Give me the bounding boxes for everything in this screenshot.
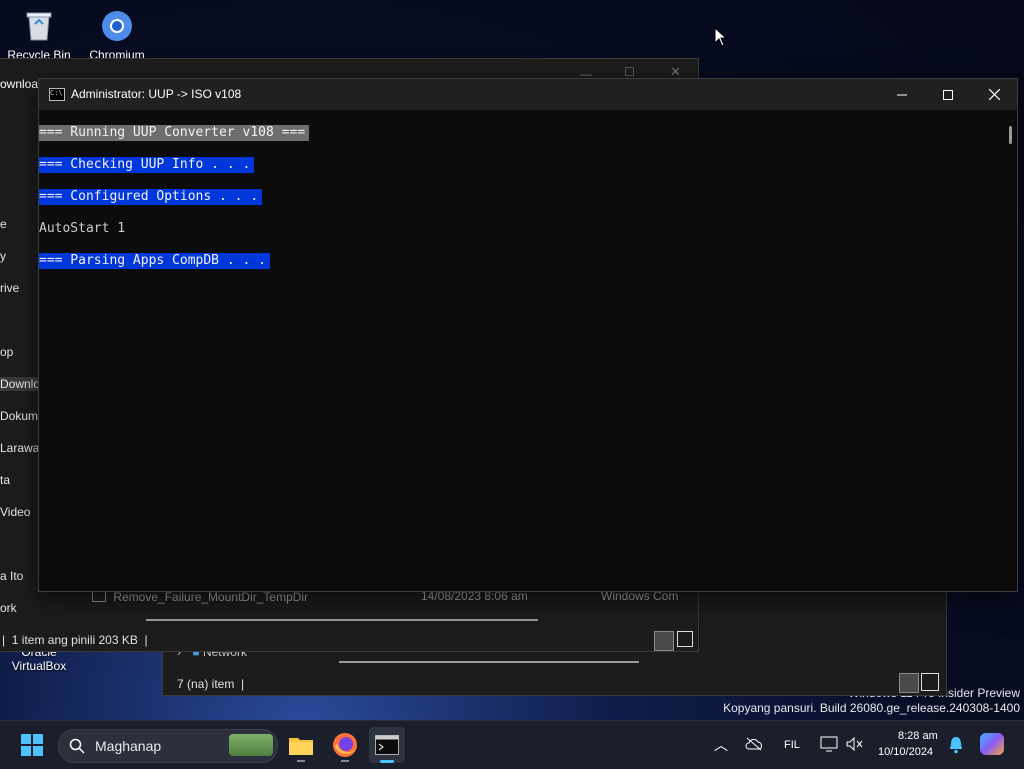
copilot-icon[interactable] [980, 733, 1004, 755]
console-output[interactable]: === Running UUP Converter v108 === === C… [39, 110, 1005, 590]
taskbar: Maghanap ︿ FIL 8:28 am 10/10/2024 [0, 720, 1024, 769]
details-view-button[interactable] [899, 673, 919, 693]
nav-item[interactable]: rive [0, 281, 19, 295]
nav-item[interactable]: ork [0, 601, 17, 615]
tiles-view-button[interactable] [677, 631, 693, 647]
language-indicator[interactable]: FIL [784, 739, 800, 751]
maximize-icon[interactable]: ☐ [624, 65, 635, 79]
mouse-cursor-icon [714, 27, 728, 47]
console-line: AutoStart 1 [39, 221, 126, 236]
start-button[interactable] [14, 727, 50, 763]
console-line: === Running UUP Converter v108 === [39, 125, 310, 141]
chromium-icon [99, 8, 135, 44]
volume-muted-icon[interactable] [846, 737, 864, 751]
nav-item[interactable]: y [0, 249, 6, 263]
console-line: === Configured Options . . . [39, 189, 263, 205]
console-title: Administrator: UUP -> ISO v108 [71, 87, 242, 101]
taskbar-terminal[interactable] [369, 727, 405, 763]
active-indicator [380, 760, 394, 763]
running-indicator [297, 760, 305, 762]
file-explorer-icon [289, 738, 313, 755]
nav-item[interactable]: op [0, 345, 13, 359]
console-line: === Checking UUP Info . . . [39, 157, 255, 173]
search-highlight-image [229, 734, 273, 756]
horizontal-scrollbar[interactable] [146, 619, 538, 621]
tiles-view-button[interactable] [921, 673, 939, 691]
nav-item[interactable]: e [0, 217, 7, 231]
nav-item-downloads[interactable]: Downlo [0, 377, 38, 391]
horizontal-scrollbar[interactable] [339, 661, 639, 663]
running-indicator [341, 760, 349, 762]
status-bar-text: | 1 item ang pinili 203 KB | [2, 633, 148, 647]
command-prompt-icon: C:\ [49, 88, 65, 101]
details-view-button[interactable] [654, 631, 674, 651]
desktop-icon-chromium[interactable]: Chromium [79, 2, 155, 62]
maximize-button[interactable] [925, 79, 971, 110]
console-line: === Parsing Apps CompDB . . . [39, 253, 270, 269]
search-placeholder: Maghanap [95, 738, 162, 754]
notification-bell-icon[interactable] [948, 736, 964, 754]
nav-item[interactable]: Larawa [0, 441, 39, 455]
maximize-icon [943, 89, 953, 100]
search-icon [69, 738, 85, 754]
minimize-button[interactable] [879, 79, 925, 110]
console-window[interactable]: C:\ Administrator: UUP -> ISO v108 === R… [38, 78, 1018, 592]
windows-logo-icon [21, 734, 43, 756]
firefox-icon [333, 733, 357, 757]
vertical-scrollbar[interactable] [1005, 110, 1017, 590]
desktop-icon-recycle-bin[interactable]: Recycle Bin [1, 2, 77, 62]
scrollbar-thumb[interactable] [1009, 126, 1012, 144]
status-bar-text: 7 (na) item | [177, 677, 245, 691]
minimize-icon [897, 94, 907, 95]
close-button[interactable] [971, 79, 1017, 110]
taskbar-search[interactable]: Maghanap [58, 729, 278, 763]
desktop-icon-label-line2: VirtualBox [11, 659, 67, 673]
terminal-icon [375, 735, 399, 755]
file-name: Remove_Failure_MountDir_TempDir [113, 590, 309, 604]
taskbar-file-explorer[interactable] [283, 727, 319, 763]
clock-time[interactable]: 8:28 am [898, 730, 938, 742]
clock-date[interactable]: 10/10/2024 [878, 746, 933, 758]
watermark-line2: Kopyang pansuri. Build 26080.ge_release.… [723, 701, 1020, 715]
onedrive-offline-icon[interactable] [744, 737, 764, 751]
close-icon [988, 89, 1000, 100]
chevron-up-icon[interactable]: ︿ [714, 735, 728, 755]
taskbar-firefox[interactable] [327, 727, 363, 763]
network-icon[interactable] [820, 736, 838, 752]
nav-item[interactable]: a Ito [0, 569, 23, 583]
recycle-bin-icon [21, 8, 57, 44]
console-title-bar[interactable]: C:\ Administrator: UUP -> ISO v108 [39, 79, 1017, 110]
nav-item[interactable]: ta [0, 473, 10, 487]
nav-item[interactable]: Video [0, 505, 30, 519]
